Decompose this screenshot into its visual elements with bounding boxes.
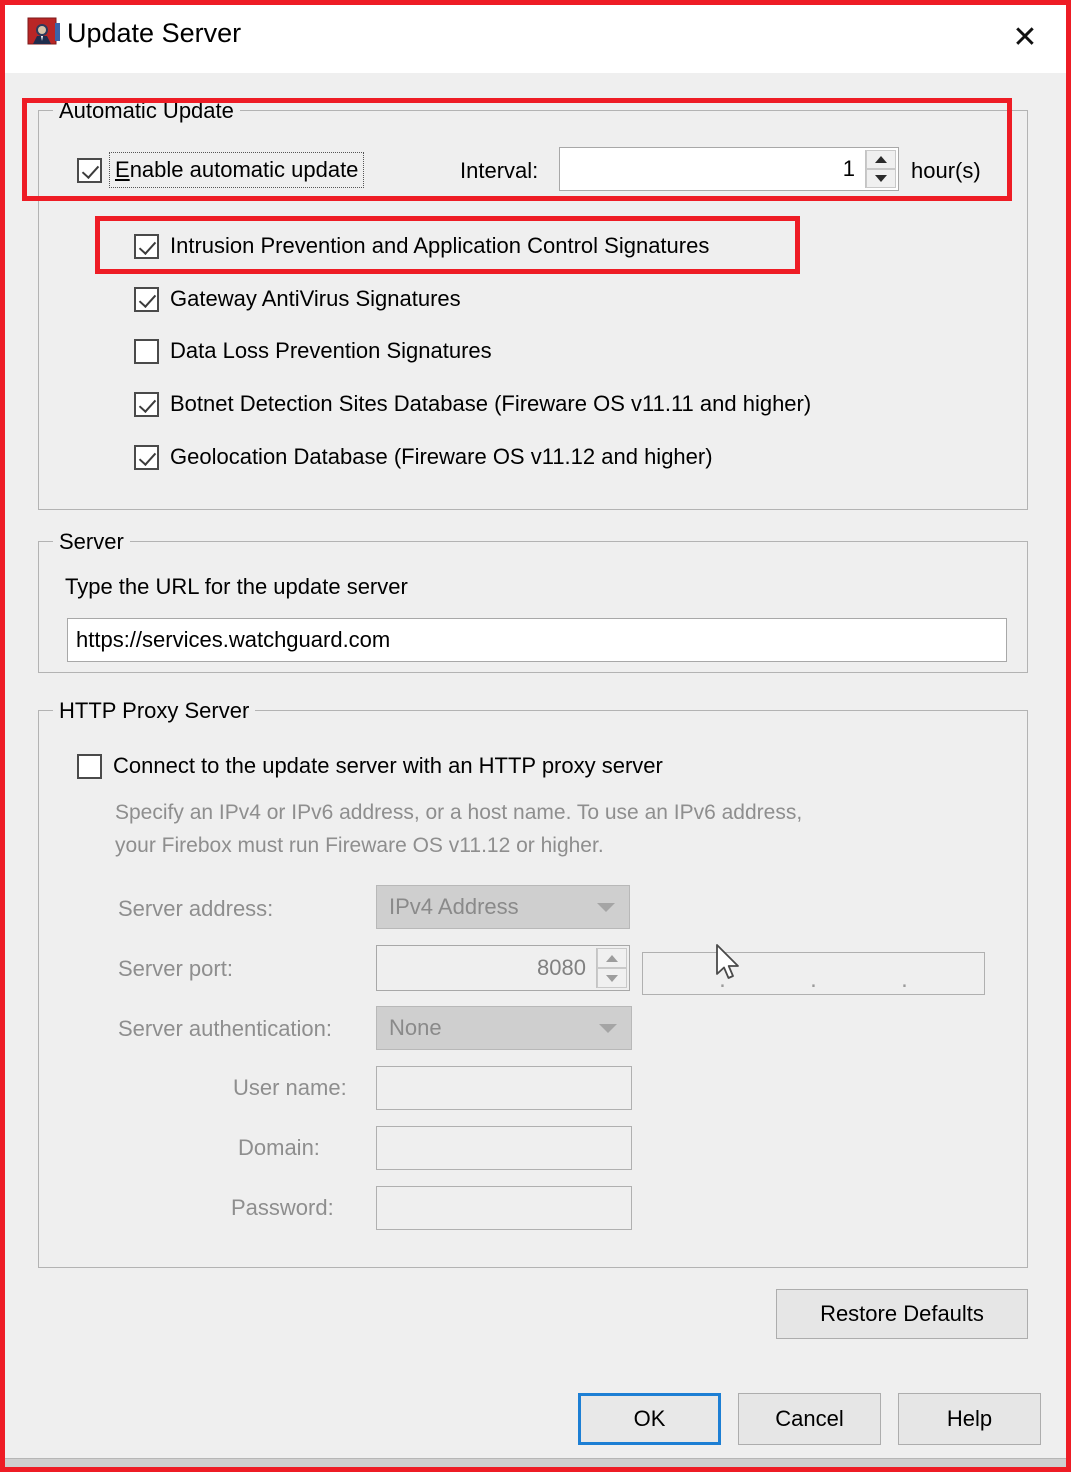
cancel-button[interactable]: Cancel — [738, 1393, 881, 1445]
password-label: Password: — [231, 1195, 334, 1220]
http-proxy-group-title: HTTP Proxy Server — [53, 698, 256, 724]
enable-automatic-update-row[interactable]: Enable automatic update — [77, 152, 365, 188]
dialog-body: Automatic Update Enable automatic update… — [5, 73, 1066, 1467]
help-button[interactable]: Help — [898, 1393, 1041, 1445]
signature-checkbox-geolocation-database[interactable] — [134, 444, 159, 470]
caret-down-icon — [875, 175, 887, 182]
signature-checkbox-botnet-detection[interactable] — [134, 391, 159, 417]
server-address-type-select[interactable]: IPv4 Address — [376, 885, 630, 929]
interval-value[interactable]: 1 — [560, 148, 865, 190]
server-authentication-label: Server authentication: — [118, 1016, 333, 1041]
server-authentication-select[interactable]: None — [376, 1006, 632, 1050]
caret-up-icon — [606, 954, 618, 962]
chevron-down-icon — [597, 902, 615, 912]
server-port-spin-up-button[interactable] — [597, 948, 627, 968]
server-address-type-value: IPv4 Address — [389, 894, 519, 919]
password-input[interactable] — [376, 1186, 632, 1230]
restore-defaults-button[interactable]: Restore Defaults — [776, 1289, 1028, 1339]
signature-label-geolocation-database: Geolocation Database (Fireware OS v11.12… — [170, 444, 713, 469]
signature-label-intrusion-prevention: Intrusion Prevention and Application Con… — [170, 233, 710, 258]
server-port-spinner[interactable]: 8080 — [376, 945, 630, 991]
signature-row-geolocation-database[interactable]: Geolocation Database (Fireware OS v11.12… — [134, 444, 713, 470]
http-proxy-help-line-1: Specify an IPv4 or IPv6 address, or a ho… — [115, 801, 803, 824]
interval-spin-buttons[interactable] — [865, 150, 896, 188]
caret-down-icon — [606, 974, 618, 982]
server-address-label: Server address: — [118, 896, 274, 921]
dialog-bottom-edge — [5, 1458, 1066, 1467]
http-proxy-enable-row[interactable]: Connect to the update server with an HTT… — [77, 753, 663, 779]
close-icon[interactable]: ✕ — [998, 15, 1052, 59]
signature-row-botnet-detection[interactable]: Botnet Detection Sites Database (Firewar… — [134, 391, 811, 417]
http-proxy-enable-checkbox[interactable] — [77, 753, 102, 779]
interval-spinner[interactable]: 1 — [559, 147, 899, 191]
signature-row-intrusion-prevention[interactable]: Intrusion Prevention and Application Con… — [134, 233, 709, 259]
domain-label: Domain: — [238, 1135, 320, 1160]
update-server-dialog: Update Server ✕ Automatic Update Enable … — [0, 0, 1071, 1472]
signature-checkbox-gateway-antivirus[interactable] — [134, 286, 159, 312]
enable-automatic-update-checkbox[interactable] — [77, 157, 102, 183]
caret-up-icon — [875, 156, 887, 163]
signature-checkbox-intrusion-prevention[interactable] — [134, 233, 159, 259]
chevron-down-icon — [599, 1023, 617, 1033]
server-group-title: Server — [53, 529, 130, 555]
interval-label: Interval: — [460, 158, 539, 183]
user-name-label: User name: — [233, 1075, 347, 1100]
watchguard-app-icon — [27, 17, 61, 49]
server-url-instruction: Type the URL for the update server — [65, 574, 408, 599]
interval-spin-down-button[interactable] — [866, 169, 896, 188]
interval-units-label: hour(s) — [911, 158, 981, 183]
enable-automatic-update-label: Enable automatic update — [108, 152, 365, 188]
server-authentication-value: None — [389, 1015, 442, 1040]
automatic-update-group-title: Automatic Update — [53, 98, 240, 124]
interval-spin-up-button[interactable] — [866, 150, 896, 169]
server-address-ip-input[interactable]: . . . — [642, 952, 985, 995]
server-port-label: Server port: — [118, 956, 233, 981]
http-proxy-enable-label: Connect to the update server with an HTT… — [113, 753, 663, 778]
server-url-input[interactable]: https://services.watchguard.com — [67, 618, 1007, 662]
access-key-letter: E — [115, 157, 130, 182]
domain-input[interactable] — [376, 1126, 632, 1170]
signature-row-gateway-antivirus[interactable]: Gateway AntiVirus Signatures — [134, 286, 461, 312]
window-title: Update Server — [67, 18, 242, 48]
signature-label-gateway-antivirus: Gateway AntiVirus Signatures — [170, 286, 461, 311]
signature-checkbox-data-loss-prevention[interactable] — [134, 338, 159, 364]
server-port-value[interactable]: 8080 — [377, 946, 596, 990]
user-name-input[interactable] — [376, 1066, 632, 1110]
ok-button[interactable]: OK — [578, 1393, 721, 1445]
server-port-spin-down-button[interactable] — [597, 968, 627, 988]
signature-row-data-loss-prevention[interactable]: Data Loss Prevention Signatures — [134, 338, 492, 364]
http-proxy-help-line-2: your Firebox must run Fireware OS v11.12… — [115, 834, 604, 857]
signature-label-botnet-detection: Botnet Detection Sites Database (Firewar… — [170, 391, 812, 416]
title-bar: Update Server ✕ — [5, 5, 1066, 73]
signature-label-data-loss-prevention: Data Loss Prevention Signatures — [170, 338, 492, 363]
server-port-spin-buttons[interactable] — [596, 948, 627, 988]
enable-automatic-update-label-rest: nable automatic update — [129, 157, 359, 182]
